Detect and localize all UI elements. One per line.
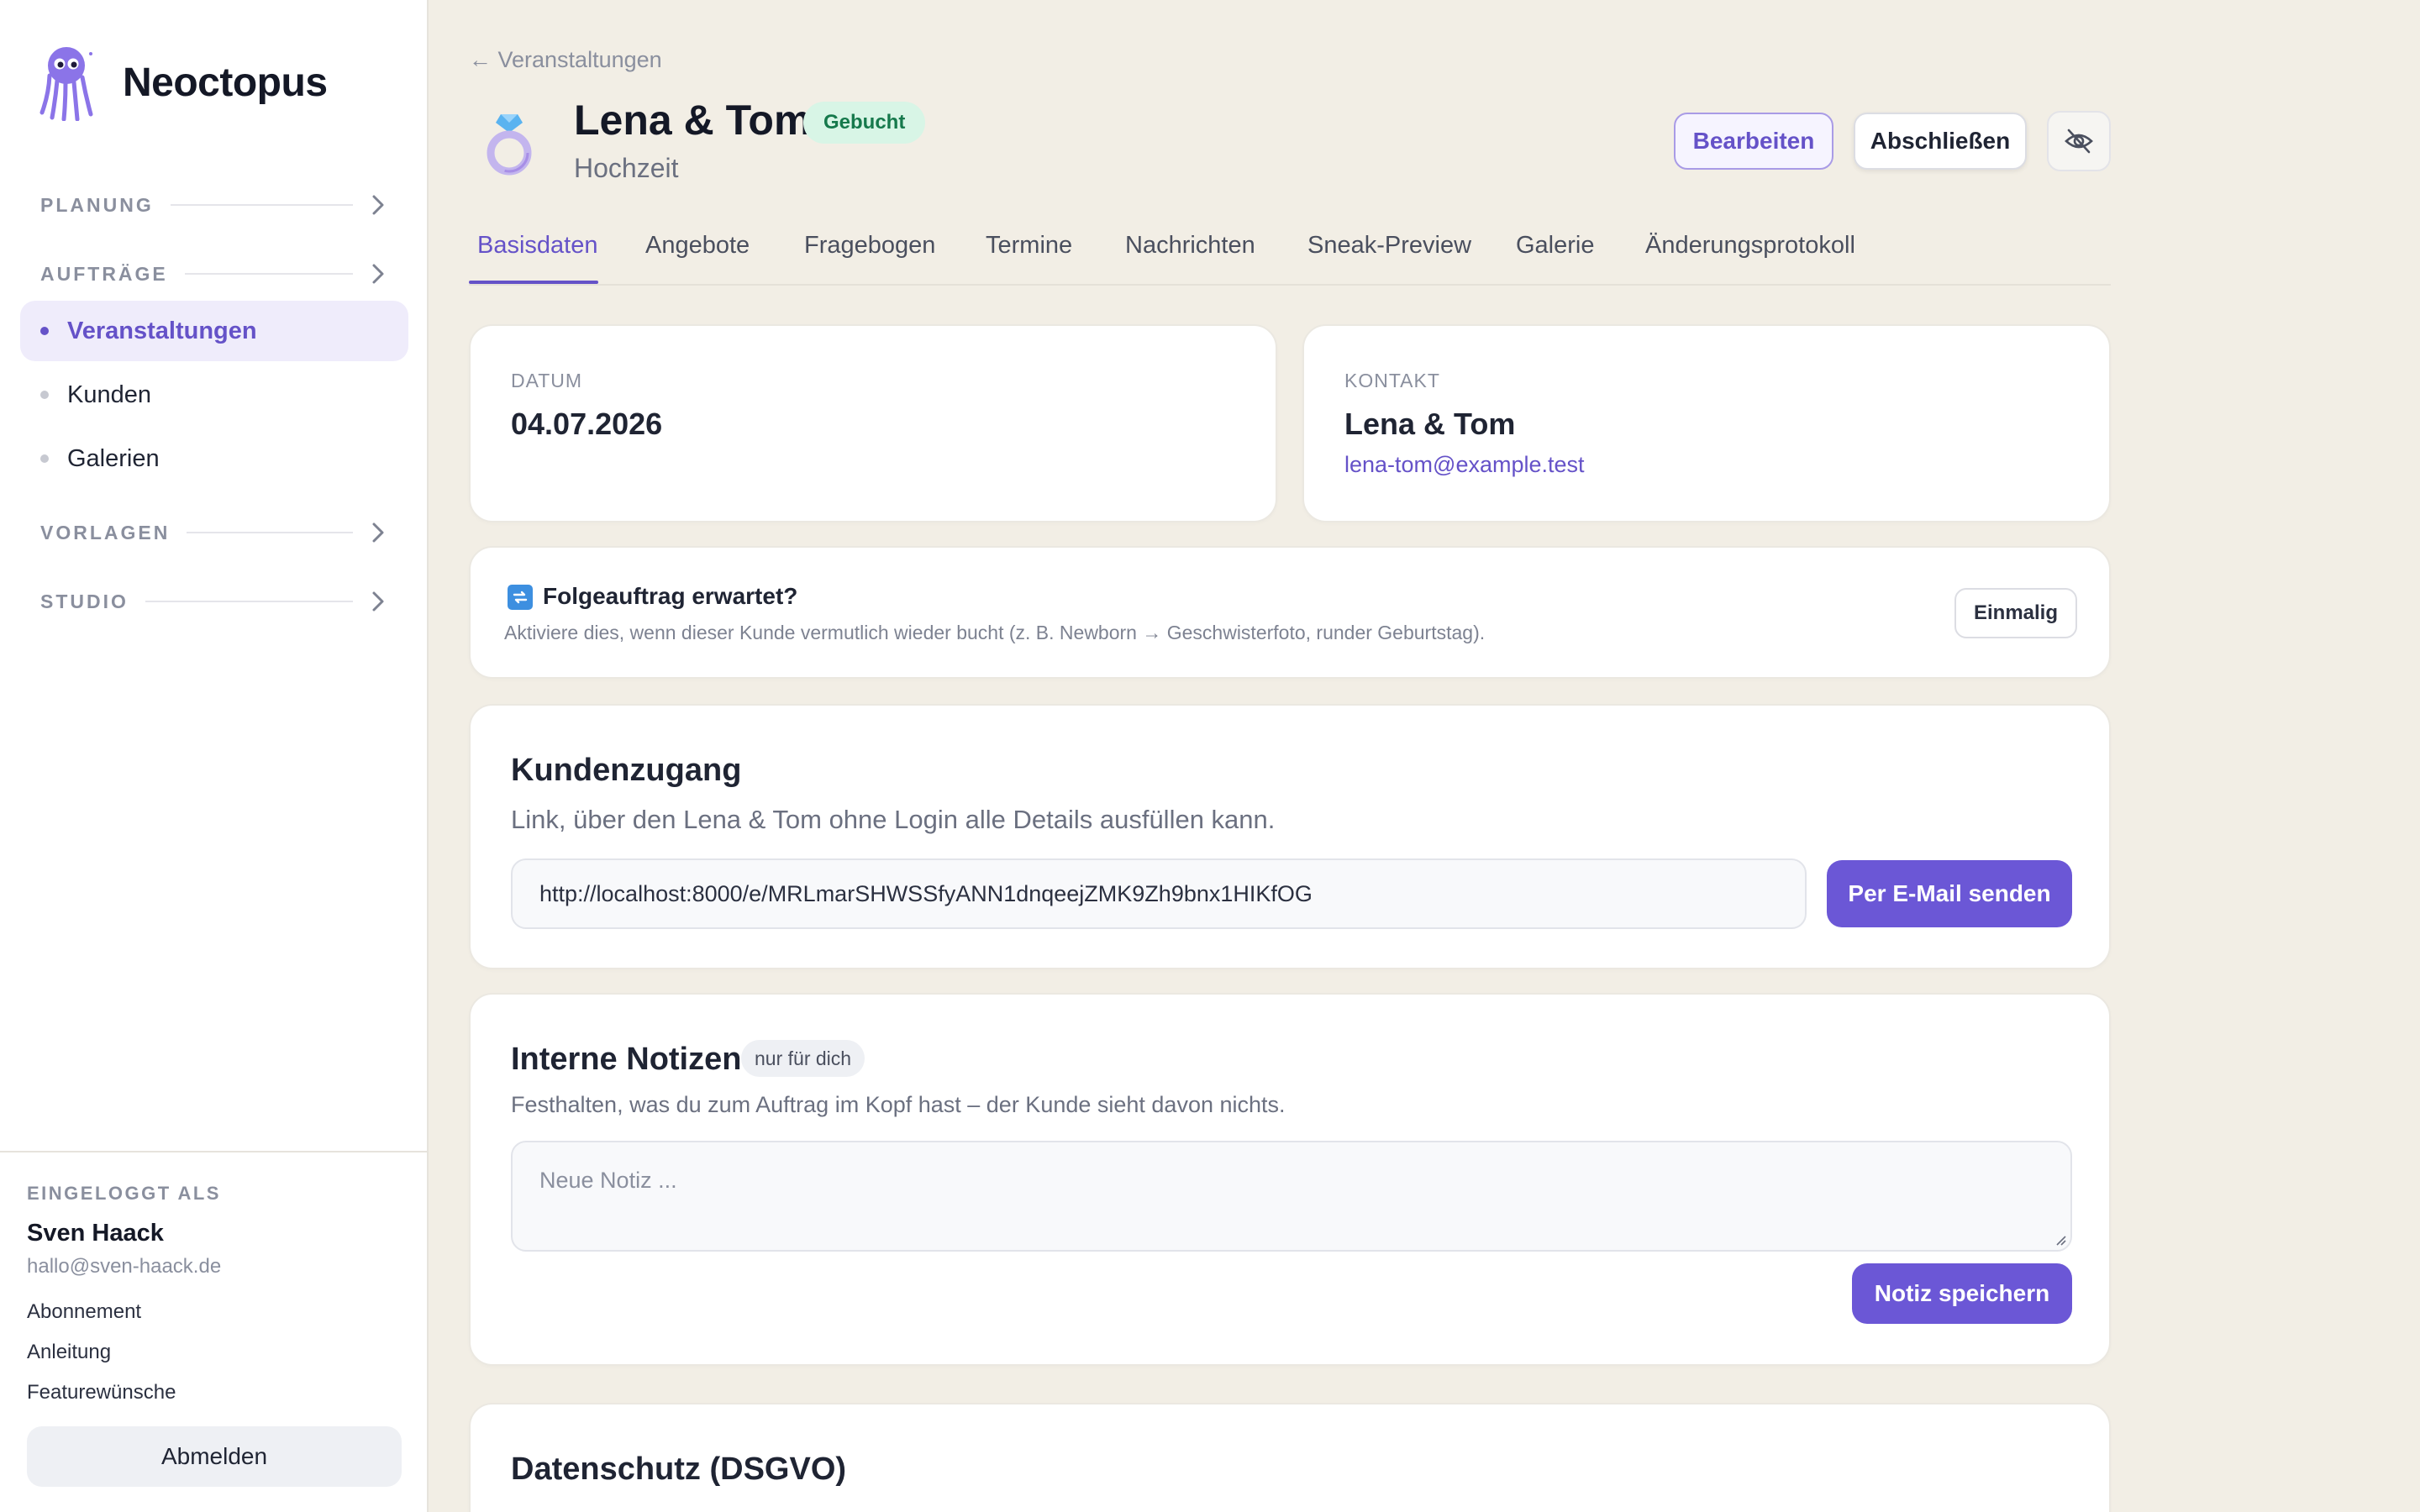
brand[interactable]: Neoctopus (35, 44, 328, 121)
sidebar: Neoctopus PLANUNG AUFTRÄGE Veranstaltung… (0, 0, 429, 1512)
user-name: Sven Haack (27, 1220, 164, 1247)
divider (187, 532, 353, 533)
follow-up-card: Folgeauftrag erwartet? Aktiviere dies, w… (469, 546, 2111, 679)
contact-label: KONTAKT (1344, 370, 1440, 391)
page-title: Lena & Tom (574, 97, 812, 144)
link-abonnement[interactable]: Abonnement (27, 1300, 141, 1324)
privacy-title: Datenschutz (DSGVO) (511, 1452, 847, 1487)
contact-name: Lena & Tom (1344, 407, 1516, 441)
eye-off-icon (2065, 129, 2093, 154)
contact-card: KONTAKT Lena & Tom lena-tom@example.test (1302, 324, 2111, 522)
customer-access-title: Kundenzugang (511, 753, 742, 788)
repeat-icon[interactable] (508, 585, 533, 610)
bullet-icon (40, 454, 49, 463)
bullet-icon (40, 327, 49, 335)
sidebar-section-vorlagen[interactable]: VORLAGEN (40, 517, 387, 548)
follow-up-title: Folgeauftrag erwartet? (543, 583, 798, 609)
event-type: Hochzeit (574, 153, 679, 183)
event-date: 04.07.2026 (511, 407, 663, 441)
link-featurewuensche[interactable]: Featurewünsche (27, 1381, 176, 1404)
sidebar-item-label: Kunden (67, 381, 151, 408)
active-tab-indicator (469, 281, 598, 284)
divider (170, 204, 353, 206)
octopus-logo-icon (39, 47, 93, 121)
save-note-button[interactable]: Notiz speichern (1852, 1263, 2072, 1324)
date-card: DATUM 04.07.2026 (469, 324, 1277, 522)
chevron-right-icon (372, 195, 384, 215)
sidebar-item-galerien[interactable]: Galerien (20, 428, 408, 489)
tab-galerie[interactable]: Galerie (1516, 232, 1595, 260)
sidebar-section-studio[interactable]: STUDIO (40, 586, 387, 617)
contact-email-link[interactable]: lena-tom@example.test (1344, 452, 1585, 478)
internal-notes-card: Interne Notizen nur für dich Festhalten,… (469, 993, 2111, 1366)
tab-angebote[interactable]: Angebote (645, 232, 750, 260)
resize-handle-icon[interactable] (2054, 1233, 2067, 1247)
chevron-right-icon (372, 264, 384, 284)
sidebar-section-auftraege[interactable]: AUFTRÄGE (40, 259, 387, 289)
section-label: PLANUNG (40, 193, 154, 216)
private-badge: nur für dich (741, 1040, 865, 1077)
edit-button[interactable]: Bearbeiten (1674, 113, 1833, 170)
tab-nachrichten[interactable]: Nachrichten (1125, 232, 1255, 260)
ring-icon (487, 114, 532, 176)
sidebar-item-kunden[interactable]: Kunden (20, 365, 408, 425)
tab-sneak-preview[interactable]: Sneak-Preview (1307, 232, 1471, 260)
note-textarea[interactable]: Neue Notiz ... (511, 1141, 2072, 1252)
sidebar-section-planung[interactable]: PLANUNG (40, 190, 387, 220)
divider (184, 273, 353, 275)
complete-button[interactable]: Abschließen (1854, 113, 2027, 170)
link-anleitung[interactable]: Anleitung (27, 1341, 111, 1364)
app-name: Neoctopus (123, 60, 328, 105)
privacy-card: Datenschutz (DSGVO) (469, 1403, 2111, 1512)
follow-up-description: Aktiviere dies, wenn dieser Kunde vermut… (504, 622, 1486, 643)
tab-basisdaten[interactable]: Basisdaten (477, 232, 598, 260)
customer-access-card: Kundenzugang Link, über den Lena & Tom o… (469, 704, 2111, 969)
sidebar-item-veranstaltungen[interactable]: Veranstaltungen (20, 301, 408, 361)
back-link[interactable]: ← Veranstaltungen (469, 47, 662, 73)
customer-link-field[interactable]: http://localhost:8000/e/MRLmarSHWSSfyANN… (511, 858, 1807, 929)
date-label: DATUM (511, 370, 583, 391)
tab-bar: Basisdaten Angebote Fragebogen Termine N… (469, 210, 2111, 286)
bullet-icon (40, 391, 49, 399)
section-label: STUDIO (40, 590, 129, 612)
chevron-right-icon (372, 591, 384, 612)
sidebar-footer: EINGELOGGT ALS Sven Haack hallo@sven-haa… (0, 1151, 427, 1487)
tab-aenderungsprotokoll[interactable]: Änderungsprotokoll (1645, 232, 1855, 260)
status-badge: Gebucht (803, 102, 926, 144)
sidebar-item-label: Veranstaltungen (67, 317, 257, 344)
send-email-button[interactable]: Per E-Mail senden (1827, 860, 2072, 927)
notes-description: Festhalten, was du zum Auftrag im Kopf h… (511, 1092, 1286, 1117)
tab-fragebogen[interactable]: Fragebogen (804, 232, 935, 260)
section-label: AUFTRÄGE (40, 262, 168, 285)
notes-title: Interne Notizen (511, 1042, 742, 1077)
hide-button[interactable] (2047, 111, 2111, 171)
sidebar-item-label: Galerien (67, 444, 160, 472)
logged-in-label: EINGELOGGT ALS (27, 1183, 221, 1204)
section-label: VORLAGEN (40, 521, 171, 543)
user-email: hallo@sven-haack.de (27, 1255, 222, 1278)
frequency-button[interactable]: Einmalig (1954, 588, 2077, 638)
logout-button[interactable]: Abmelden (27, 1426, 402, 1487)
chevron-right-icon (372, 522, 384, 543)
customer-access-description: Link, über den Lena & Tom ohne Login all… (511, 805, 1276, 834)
divider (145, 601, 353, 602)
tab-termine[interactable]: Termine (986, 232, 1072, 260)
